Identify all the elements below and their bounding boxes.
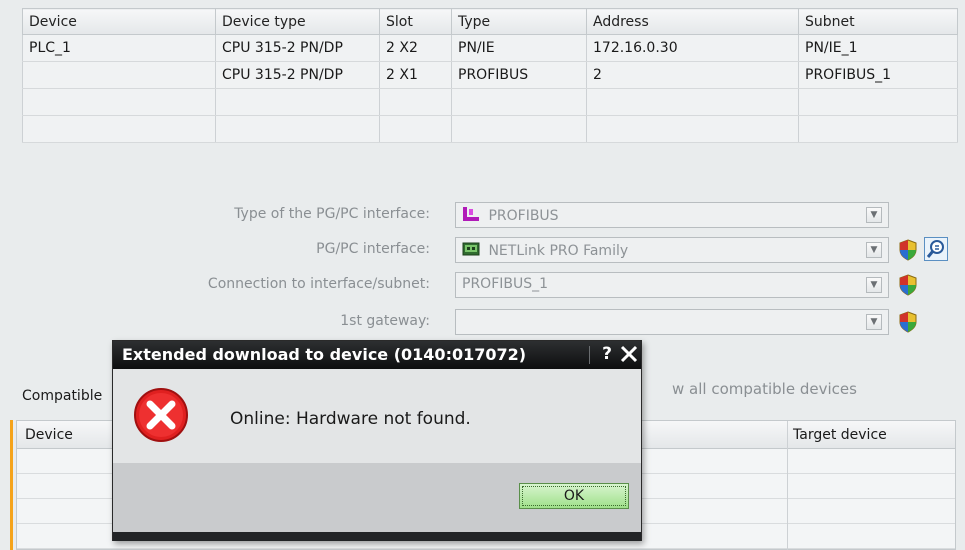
cell-slot: 2 X2: [379, 34, 452, 62]
connection-label: Connection to interface/subnet:: [207, 276, 430, 292]
help-button[interactable]: ?: [599, 343, 615, 365]
chevron-down-icon[interactable]: ▼: [866, 242, 882, 258]
ok-button[interactable]: OK: [519, 483, 629, 509]
col-header-address[interactable]: Address: [586, 8, 799, 35]
pgpc-interface-label: PG/PC interface:: [316, 241, 430, 257]
shield-icon[interactable]: [898, 239, 918, 261]
cell-empty: [586, 115, 799, 143]
dialog-title-bar[interactable]: Extended download to device (0140:017072…: [113, 341, 641, 369]
chevron-down-icon[interactable]: ▼: [866, 207, 882, 223]
cell-type: PROFIBUS: [451, 61, 587, 89]
cell-subnet: PN/IE_1: [798, 34, 958, 62]
device-table: Device Device type Slot Type Address Sub…: [22, 8, 958, 143]
cell-slot: 2 X1: [379, 61, 452, 89]
shield-icon[interactable]: [898, 274, 918, 296]
cell-empty: [451, 88, 587, 116]
cell-empty: [22, 115, 216, 143]
cell-device: [22, 61, 216, 89]
table-row[interactable]: [22, 115, 958, 143]
col-header-target-device[interactable]: Target device: [793, 427, 887, 443]
table-row[interactable]: [22, 88, 958, 116]
cell-address: 172.16.0.30: [586, 34, 799, 62]
pgpc-type-label: Type of the PG/PC interface:: [234, 206, 430, 222]
connection-row: Connection to interface/subnet: PROFIBUS…: [0, 272, 965, 298]
profibus-icon: [462, 206, 480, 226]
compatible-devices-title: Compatible: [22, 388, 103, 404]
cell-subnet: PROFIBUS_1: [798, 61, 958, 89]
shield-icon[interactable]: [898, 311, 918, 333]
pgpc-type-value: PROFIBUS: [488, 208, 559, 224]
gateway-label: 1st gateway:: [340, 313, 430, 329]
netlink-icon: [462, 241, 480, 261]
error-dialog: Extended download to device (0140:017072…: [112, 340, 642, 541]
accent-bar: [10, 420, 13, 550]
cell-empty: [379, 115, 452, 143]
gateway-select[interactable]: ▼: [455, 309, 889, 335]
cell-address: 2: [586, 61, 799, 89]
cell-empty: [451, 115, 587, 143]
cell-empty: [798, 88, 958, 116]
col-header-device-type[interactable]: Device type: [215, 8, 380, 35]
col-header-type[interactable]: Type: [451, 8, 587, 35]
pgpc-type-select[interactable]: PROFIBUS ▼: [455, 202, 889, 228]
dialog-bottom-border: [113, 532, 641, 541]
table-row[interactable]: CPU 315-2 PN/DP 2 X1 PROFIBUS 2 PROFIBUS…: [22, 61, 958, 89]
cell-empty: [22, 88, 216, 116]
connection-select[interactable]: PROFIBUS_1 ▼: [455, 272, 889, 298]
cell-type: PN/IE: [451, 34, 587, 62]
diagnostics-icon[interactable]: [924, 237, 948, 261]
title-divider: [589, 346, 590, 364]
cell-empty: [586, 88, 799, 116]
dialog-message: Online: Hardware not found.: [230, 409, 471, 429]
column-divider: [787, 421, 788, 550]
cell-empty: [379, 88, 452, 116]
table-row[interactable]: PLC_1 CPU 315-2 PN/DP 2 X2 PN/IE 172.16.…: [22, 34, 958, 62]
chevron-down-icon[interactable]: ▼: [866, 314, 882, 330]
cell-empty: [215, 88, 380, 116]
pgpc-interface-select[interactable]: NETLink PRO Family ▼: [455, 237, 889, 263]
cell-device: PLC_1: [22, 34, 216, 62]
close-icon[interactable]: [618, 343, 640, 365]
chevron-down-icon[interactable]: ▼: [866, 277, 882, 293]
dialog-body: Online: Hardware not found.: [113, 369, 641, 463]
cell-device-type: CPU 315-2 PN/DP: [215, 61, 380, 89]
cell-device-type: CPU 315-2 PN/DP: [215, 34, 380, 62]
show-all-compatible-checkbox-label[interactable]: w all compatible devices: [672, 380, 857, 398]
col-header-device[interactable]: Device: [22, 8, 216, 35]
connection-value: PROFIBUS_1: [462, 276, 549, 292]
dialog-title: Extended download to device (0140:017072…: [122, 345, 527, 364]
error-icon: [133, 387, 189, 443]
gateway-row: 1st gateway: ▼: [0, 309, 965, 335]
table-header-row: Device Device type Slot Type Address Sub…: [22, 8, 958, 35]
pgpc-type-row: Type of the PG/PC interface: PROFIBUS ▼: [0, 202, 965, 228]
col-header-device[interactable]: Device: [25, 427, 73, 443]
pgpc-interface-row: PG/PC interface: NETLink PRO Family ▼: [0, 237, 965, 263]
cell-empty: [215, 115, 380, 143]
col-header-slot[interactable]: Slot: [379, 8, 452, 35]
dialog-footer: OK: [113, 463, 641, 532]
cell-empty: [798, 115, 958, 143]
pgpc-interface-value: NETLink PRO Family: [488, 243, 629, 259]
col-header-subnet[interactable]: Subnet: [798, 8, 958, 35]
